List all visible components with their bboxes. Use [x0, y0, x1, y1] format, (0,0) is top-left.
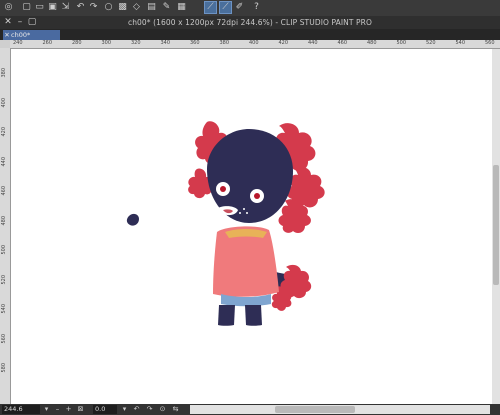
- ruler-tick-label: 400: [249, 40, 259, 46]
- help-icon[interactable]: ?: [251, 2, 262, 13]
- ruler-tick-label: 340: [160, 40, 171, 46]
- rotate-left-icon[interactable]: ↶: [132, 405, 141, 414]
- angle-dropdown-icon[interactable]: ▾: [120, 405, 129, 414]
- save-icon[interactable]: ▣: [47, 2, 58, 13]
- left-boot: [218, 305, 235, 326]
- ruler-tick-label: 380: [219, 40, 230, 46]
- ruler-tick-label: 300: [101, 40, 112, 46]
- tab-bar: [0, 29, 500, 40]
- horizontal-scroll-thumb[interactable]: [275, 406, 355, 413]
- redo-icon[interactable]: ↷: [88, 2, 99, 13]
- ruler-tick-label: 480: [1, 215, 7, 226]
- pen-pressure-icon[interactable]: ✐: [234, 2, 245, 13]
- zoom-out-icon[interactable]: –: [53, 405, 62, 414]
- ruler-tick-label: 480: [367, 40, 377, 46]
- ruler-tick-label: 400: [1, 97, 7, 108]
- ruler-tick-label: 260: [42, 40, 53, 46]
- brush-icon[interactable]: ⟋: [204, 1, 217, 14]
- ruler-corner: [0, 40, 10, 48]
- reset-rotation-icon[interactable]: ⊙: [158, 405, 167, 414]
- fill-icon[interactable]: ▩: [117, 2, 128, 13]
- ruler-tick-label: 560: [485, 40, 495, 46]
- ruler-tick-label: 320: [131, 40, 141, 46]
- canvas[interactable]: [11, 49, 492, 404]
- ruler-tick-label: 460: [1, 186, 7, 196]
- ruler-tick-label: 440: [308, 40, 318, 46]
- ruler-tick-label: 540: [455, 40, 466, 46]
- tab-label: ch00*: [11, 31, 31, 39]
- pen-icon[interactable]: ✎: [161, 2, 172, 13]
- zoom-input[interactable]: 244.6: [2, 405, 40, 414]
- ruler-tick-label: 240: [13, 40, 23, 46]
- export-icon[interactable]: ⇲: [60, 2, 71, 13]
- ruler-tick-label: 460: [337, 40, 348, 46]
- ruler-tick-label: 380: [1, 68, 7, 78]
- ink-blob: [126, 213, 139, 226]
- clear-icon[interactable]: ○: [103, 2, 114, 13]
- fit-icon[interactable]: ⊠: [76, 405, 85, 414]
- shirt: [213, 226, 279, 297]
- ruler-tick-label: 520: [1, 274, 7, 285]
- eraser-icon[interactable]: ⟋: [219, 1, 232, 14]
- undo-icon[interactable]: ↶: [75, 2, 86, 13]
- tab-ch00[interactable]: ✕ch00*: [3, 30, 60, 40]
- rotate-right-icon[interactable]: ↷: [145, 405, 154, 414]
- zoom-in-icon[interactable]: +: [64, 405, 73, 414]
- ruler-tick-label: 560: [1, 333, 7, 344]
- transform-icon[interactable]: ◇: [131, 2, 142, 13]
- ruler-tick-label: 520: [426, 40, 436, 46]
- tab-close-icon[interactable]: ✕: [3, 30, 11, 40]
- ruler-tick-label: 580: [1, 363, 7, 373]
- ruler-tick-label: 420: [278, 40, 289, 46]
- new-file-icon[interactable]: ▢: [21, 2, 32, 13]
- ruler-tick-label: 280: [72, 40, 82, 46]
- window-title: ch00* (1600 x 1200px 72dpi 244.6%) - CLI…: [127, 18, 372, 27]
- vertical-scroll-thumb[interactable]: [493, 165, 499, 285]
- flip-icon[interactable]: ⇆: [171, 405, 180, 414]
- open-icon[interactable]: ▭: [34, 2, 45, 13]
- ruler-tick-label: 500: [1, 245, 7, 255]
- ruler-tick-label: 540: [1, 304, 7, 314]
- illustration: [126, 121, 325, 326]
- menu-icon[interactable]: ◎: [3, 2, 14, 13]
- selection-icon[interactable]: ▦: [176, 2, 187, 13]
- ruler-tick-label: 440: [1, 156, 7, 167]
- ruler-tick-label: 360: [190, 40, 200, 46]
- angle-input[interactable]: 0.0: [93, 405, 117, 414]
- layer-icon[interactable]: ▤: [146, 2, 157, 13]
- zoom-dropdown-icon[interactable]: ▾: [42, 405, 51, 414]
- command-bar: ◎ ▢ ▭ ▣ ⇲ ↶ ↷ ○ ▩ ◇ ▤ ✎ ▦ ⟋ ⟋ ✐ ?: [0, 0, 500, 17]
- right-boot: [245, 305, 262, 326]
- ruler-tick-label: 420: [1, 127, 7, 137]
- ruler-tick-label: 500: [396, 40, 407, 46]
